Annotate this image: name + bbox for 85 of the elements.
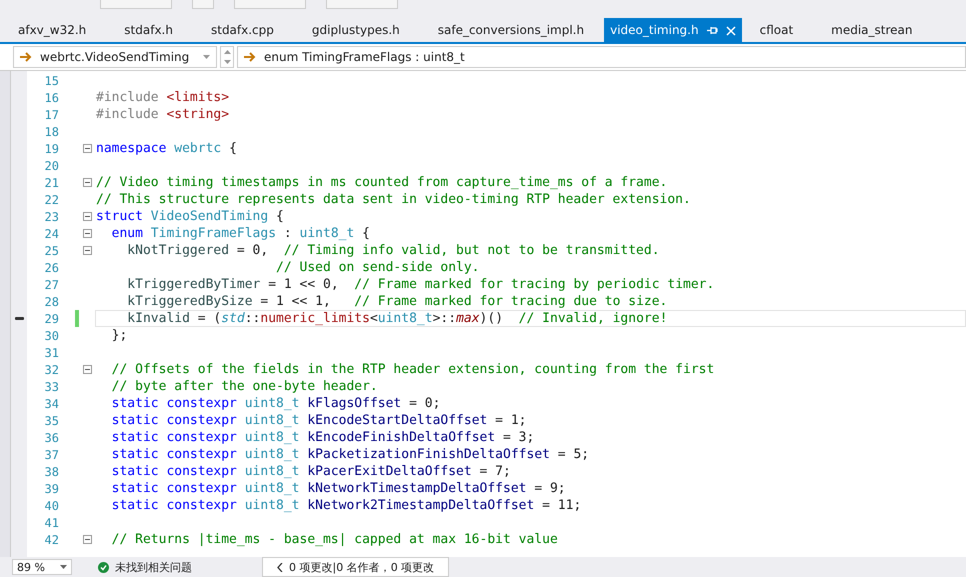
- line-number: 33: [44, 380, 59, 394]
- line-number: 28: [44, 294, 59, 308]
- file-tab[interactable]: cfloat: [742, 18, 814, 42]
- line-number: 31: [44, 346, 59, 360]
- collapse-icon[interactable]: [82, 535, 92, 544]
- code-line: // Used on send-side only.: [275, 260, 480, 276]
- caret-icon: [60, 565, 67, 569]
- collapse-icon[interactable]: [82, 365, 92, 374]
- issues-status[interactable]: 未找到相关问题: [115, 560, 192, 574]
- code-line: static constexpr uint8_t kEncodeStartDeltaOffset = 1;: [110, 412, 526, 428]
- arrow-icon: [244, 52, 256, 62]
- caret-icon: [224, 60, 230, 64]
- line-number: 24: [44, 226, 59, 240]
- line-number: 36: [44, 430, 59, 444]
- code-line: kTriggeredByTimer = 1 << 0, // Frame marked for tracing by periodic timer.: [126, 276, 714, 292]
- caret-up-icon: [224, 50, 230, 54]
- code-line: #include <string>: [96, 106, 230, 122]
- line-number: 16: [44, 90, 59, 104]
- line-number: 30: [44, 328, 59, 342]
- line-number: 42: [44, 532, 59, 546]
- close-icon[interactable]: [726, 26, 736, 36]
- toolbar-field[interactable]: [100, 0, 172, 9]
- file-tab[interactable]: media_strean: [813, 18, 933, 42]
- collapse-icon[interactable]: [82, 212, 92, 221]
- code-line: kTriggeredBySize = 1 << 1, // Frame marked for tracing due to size.: [126, 294, 668, 310]
- code-line: static constexpr uint8_t kEncodeFinishDeltaOffset = 3;: [110, 430, 534, 446]
- collapse-icon[interactable]: [82, 144, 92, 153]
- line-number: 38: [44, 464, 59, 478]
- chevron-left-icon: [277, 562, 283, 572]
- line-number: 20: [44, 158, 59, 172]
- collapse-icon[interactable]: [82, 246, 92, 255]
- code-line: static constexpr uint8_t kNetworkTimestampDeltaOffset = 9;: [110, 480, 566, 496]
- line-number: 21: [44, 176, 59, 190]
- zoom-dropdown[interactable]: 89 %: [12, 559, 72, 575]
- line-number: 40: [44, 498, 59, 512]
- toolbar-field[interactable]: [326, 0, 398, 9]
- caret-icon: [203, 55, 210, 59]
- file-tab[interactable]: afxv_w32.h: [0, 18, 106, 42]
- pin-icon[interactable]: [706, 26, 718, 35]
- collapse-icon[interactable]: [82, 229, 92, 238]
- line-number: 22: [44, 192, 59, 206]
- line-number: 25: [44, 244, 59, 258]
- line-number: 32: [44, 362, 59, 376]
- line-number: 18: [44, 124, 59, 138]
- file-tab[interactable]: safe_conversions_impl.h: [420, 18, 604, 42]
- code-line: namespace webrtc {: [96, 140, 237, 156]
- file-tab[interactable]: stdafx.cpp: [192, 18, 294, 42]
- code-line: kNotTriggered = 0, // Timing info valid, but not to be transmitted.: [126, 242, 660, 258]
- code-line: // Returns |time_ms - base_ms| capped at max 16-bit value: [110, 532, 558, 548]
- code-line: // This structure represents data sent in video-timing RTP header extension.: [96, 192, 691, 208]
- check-icon: [98, 562, 109, 572]
- line-number: 41: [44, 516, 59, 530]
- line-number: 15: [44, 74, 59, 88]
- code-line: static constexpr uint8_t kPacerExitDeltaOffset = 7;: [110, 464, 511, 480]
- code-line: static constexpr uint8_t kPacketizationFinishDeltaOffset = 5;: [110, 446, 590, 462]
- line-number: 27: [44, 278, 59, 292]
- file-tab[interactable]: video_timing.h: [604, 18, 742, 42]
- arrow-icon: [20, 52, 32, 62]
- scope-dropdown[interactable]: webrtc.VideoSendTiming: [13, 46, 217, 68]
- line-number: 34: [44, 396, 59, 410]
- line-number: 19: [44, 142, 59, 156]
- line-number: 29: [44, 312, 59, 326]
- line-number: 37: [44, 448, 59, 462]
- code-line: };: [110, 328, 128, 344]
- spin-button[interactable]: [220, 46, 234, 68]
- code-line: struct VideoSendTiming {: [96, 208, 284, 224]
- code-line: #include <limits>: [96, 90, 230, 106]
- code-line: kInvalid = (std::numeric_limits<uint8_t>::max)() // Invalid, ignore!: [126, 310, 668, 326]
- changes-status[interactable]: 0 项更改|0 名作者，0 项更改: [262, 557, 450, 577]
- file-tab[interactable]: gdiplustypes.h: [294, 18, 420, 42]
- line-number: 39: [44, 482, 59, 496]
- line-number: 17: [44, 108, 59, 122]
- code-line: static constexpr uint8_t kNetwork2TimestampDeltaOffset = 11;: [110, 498, 582, 514]
- line-number: 26: [44, 260, 59, 274]
- line-number: 35: [44, 414, 59, 428]
- line-number: 23: [44, 210, 59, 224]
- toolbar-field[interactable]: [234, 0, 306, 9]
- code-line: // Video timing timestamps in ms counted from capture_time_ms of a frame.: [96, 174, 668, 190]
- code-line: // Offsets of the fields in the RTP header extension, counting from the first: [110, 362, 714, 378]
- collapse-icon[interactable]: [82, 178, 92, 187]
- file-tab[interactable]: stdafx.h: [106, 18, 193, 42]
- code-line: // byte after the one-byte header.: [110, 378, 378, 394]
- code-line: enum TimingFrameFlags : uint8_t {: [110, 226, 370, 242]
- code-line: static constexpr uint8_t kFlagsOffset = 0;: [110, 396, 440, 412]
- member-dropdown[interactable]: enum TimingFrameFlags : uint8_t: [237, 46, 966, 68]
